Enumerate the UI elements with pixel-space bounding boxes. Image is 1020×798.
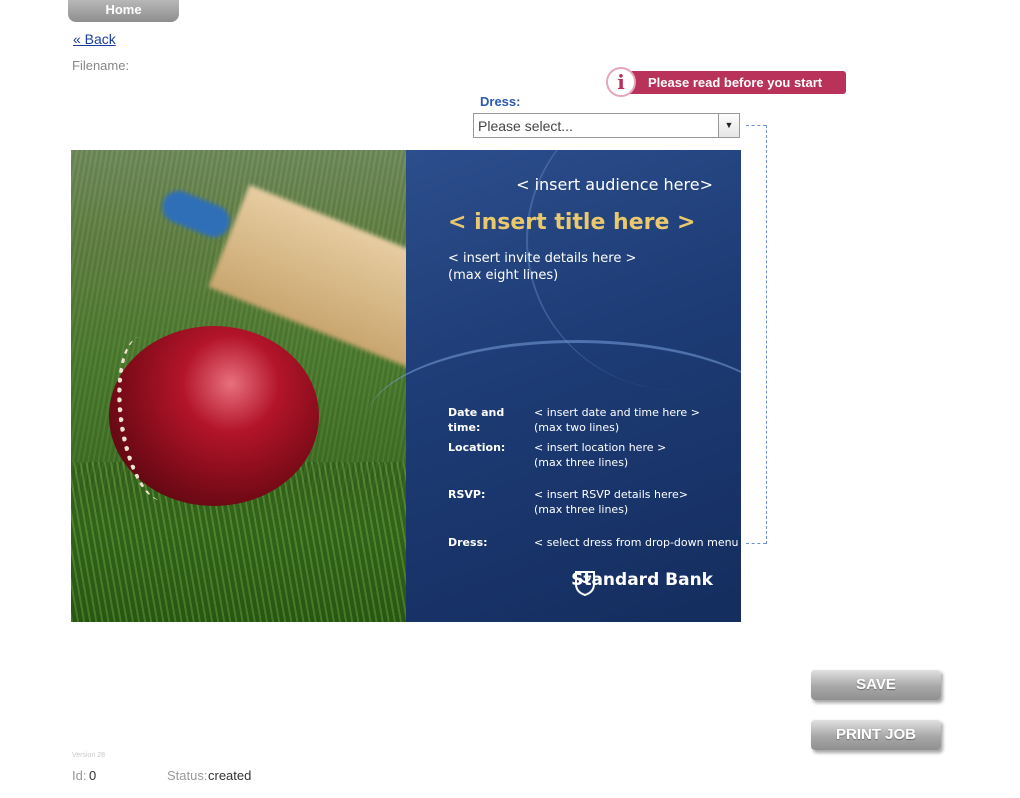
detail-value: < insert RSVP details here> (max three l…	[534, 488, 688, 516]
status-label: Status:	[167, 768, 208, 783]
connector-line-vertical	[766, 125, 767, 544]
invite-details-hint: (max eight lines)	[448, 268, 559, 283]
detail-value: < select dress from drop-down menu >	[534, 536, 741, 549]
cricket-bat-handle	[157, 186, 235, 242]
info-icon: i	[606, 67, 636, 97]
invitation-preview: < insert audience here> < insert title h…	[71, 150, 741, 622]
back-link[interactable]: « Back	[73, 31, 116, 47]
invitation-card: < insert audience here> < insert title h…	[366, 150, 741, 622]
detail-label: RSVP:	[448, 488, 486, 501]
detail-value: < insert location here > (max three line…	[534, 441, 667, 469]
invite-details-line: < insert invite details here >	[448, 251, 637, 266]
invite-details-placeholder: < insert invite details here > (max eigh…	[448, 250, 636, 284]
filename-label: Filename:	[72, 58, 130, 73]
home-tab[interactable]: Home	[68, 0, 179, 22]
dress-select-value: Please select...	[478, 118, 573, 134]
cricket-photo	[71, 150, 406, 622]
brand-name: Standard Bank	[571, 570, 713, 590]
dress-select[interactable]: Please select... ▼	[473, 113, 740, 138]
detail-value: < insert date and time here > (max two l…	[534, 406, 700, 434]
detail-label: Dress:	[448, 536, 488, 549]
status-value: created	[208, 768, 252, 783]
version-text: Version 28	[72, 752, 106, 759]
title-placeholder: < insert title here >	[448, 210, 696, 235]
connector-line-bottom	[746, 543, 766, 544]
connector-line-top	[746, 125, 766, 126]
read-before-start-label: Please read before you start	[618, 71, 846, 94]
audience-placeholder: < insert audience here>	[516, 175, 713, 194]
print-job-button[interactable]: PRINT JOB	[811, 719, 941, 750]
detail-label: Date and time:	[448, 406, 505, 434]
save-button[interactable]: SAVE	[811, 669, 941, 700]
chevron-down-icon[interactable]: ▼	[718, 114, 739, 137]
detail-label: Location:	[448, 441, 506, 454]
id-label: Id:	[72, 768, 87, 783]
id-value: 0	[89, 768, 97, 783]
dress-label: Dress:	[480, 94, 521, 109]
read-before-start-button[interactable]: Please read before you start i	[606, 67, 848, 99]
